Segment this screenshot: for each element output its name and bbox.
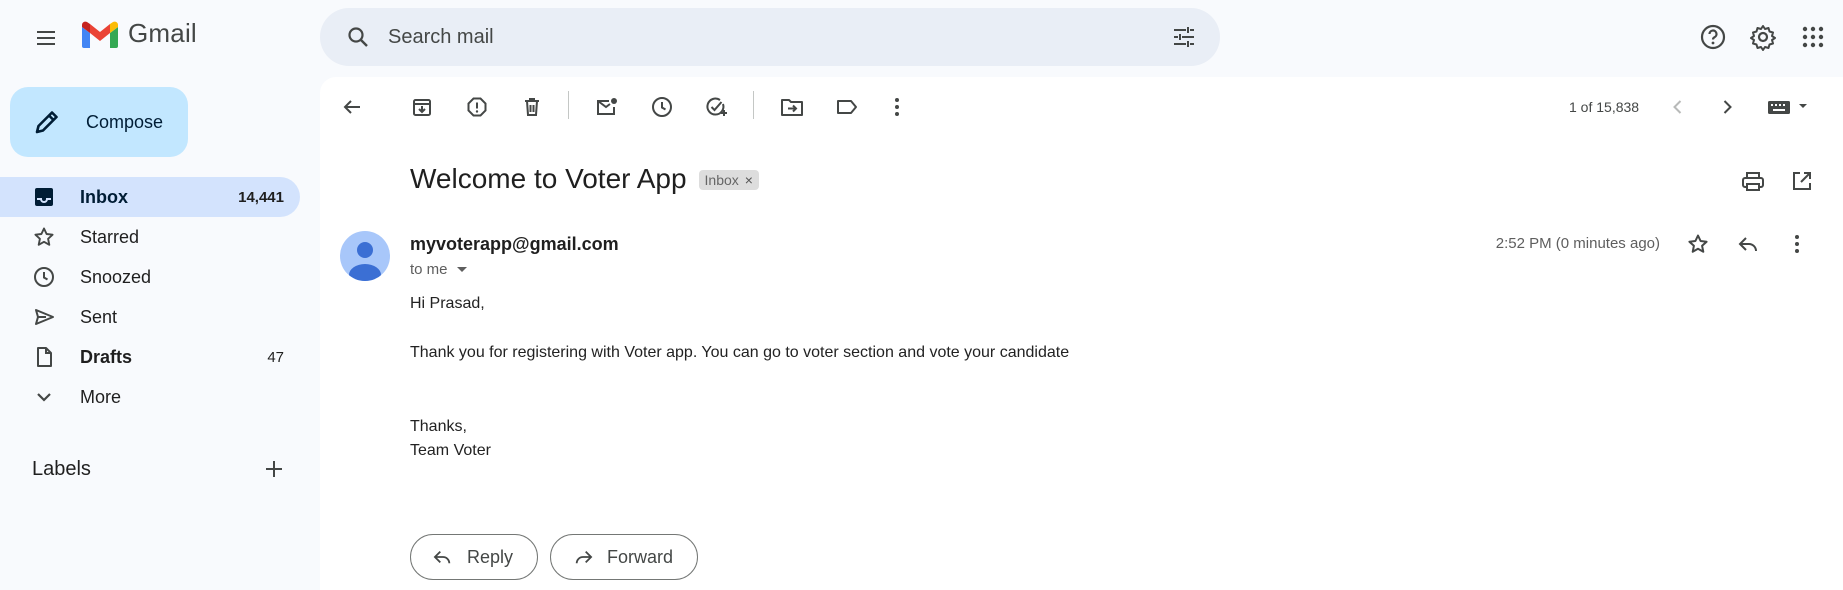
star-message-icon[interactable] [1678,224,1718,264]
main-menu-button[interactable] [22,14,70,62]
compose-button[interactable]: Compose [10,87,188,157]
forward-label: Forward [607,546,674,567]
recipient-text: to me [410,261,448,278]
avatar[interactable] [340,231,390,281]
toolbar-divider [568,91,569,119]
email-subject: Welcome to Voter App [410,163,687,194]
hamburger-icon [37,31,55,45]
help-icon[interactable] [1689,13,1737,61]
email-subject-row: Welcome to Voter App Inbox × [410,163,759,195]
email-message: Thank you for registering with Voter app… [410,344,1070,361]
email-signoff: Thanks, [410,418,467,435]
compose-label: Compose [86,111,164,132]
top-bar: Gmail [0,0,1843,74]
recipient-details[interactable]: to me [410,261,468,278]
caret-down-icon [456,266,467,272]
sender-email[interactable]: myvoterapp@gmail.com [410,234,619,255]
chevron-down-icon [32,385,56,409]
label-chip-text: Inbox [704,172,739,188]
inbox-icon [32,185,56,209]
reply-icon[interactable] [1728,224,1768,264]
sidebar-item-label: Inbox [80,186,128,207]
move-to-icon[interactable] [772,87,812,127]
email-greeting: Hi Prasad, [410,295,485,312]
message-more-vert-icon[interactable] [1777,224,1817,264]
sidebar-item-snoozed[interactable]: Snoozed [0,257,300,297]
sidebar-item-label: Drafts [80,346,133,367]
inbox-label-chip[interactable]: Inbox × [698,170,759,190]
gmail-logo[interactable]: Gmail [80,18,197,49]
label-icon[interactable] [827,87,867,127]
archive-icon[interactable] [402,87,442,127]
toolbar-divider [753,91,754,119]
input-tools-keyboard-icon[interactable] [1760,87,1818,127]
forward-arrow-icon [575,550,593,564]
more-vert-icon[interactable] [877,87,917,127]
remove-label-icon[interactable]: × [745,172,753,188]
search-input[interactable] [388,25,1148,49]
message-view: 1 of 15,838 Welcome to Voter App Inbox ×… [320,77,1843,590]
sidebar-item-drafts[interactable]: Drafts 47 [0,337,300,377]
sidebar-item-inbox[interactable]: Inbox 14,441 [0,177,300,217]
labels-section: Labels [32,451,292,487]
clock-icon [32,265,56,289]
pencil-icon [35,111,58,134]
draft-count: 47 [267,348,284,366]
reply-button[interactable]: Reply [410,534,539,580]
snooze-clock-icon[interactable] [642,87,682,127]
mark-unread-icon[interactable] [587,87,627,127]
unread-count: 14,441 [238,188,284,206]
gmail-m-icon [82,21,118,48]
sidebar-item-label: More [80,386,122,407]
reply-label: Reply [467,546,514,567]
send-icon [32,305,56,329]
sidebar-item-starred[interactable]: Starred [0,217,300,257]
older-chevron-right-icon[interactable] [1707,87,1747,127]
reply-arrow-icon [433,550,451,564]
plus-icon [266,461,282,477]
person-icon [349,242,381,281]
sidebar-item-more[interactable]: More [0,377,300,417]
sidebar-item-sent[interactable]: Sent [0,297,300,337]
add-to-tasks-icon[interactable] [697,87,737,127]
search-bar[interactable] [320,8,1220,66]
search-options-icon[interactable] [1160,13,1208,61]
sidebar-item-label: Sent [80,306,118,327]
back-arrow-icon[interactable] [332,87,372,127]
add-label-button[interactable] [256,451,292,487]
trash-icon[interactable] [512,87,552,127]
open-in-new-window-icon[interactable] [1782,161,1822,201]
forward-button[interactable]: Forward [550,534,699,580]
timestamp: 2:52 PM (0 minutes ago) [1495,235,1660,252]
email-signature: Team Voter [410,442,491,459]
gear-icon[interactable] [1739,13,1787,61]
newer-chevron-left-icon[interactable] [1658,87,1698,127]
gmail-wordmark: Gmail [128,18,197,48]
report-spam-icon[interactable] [457,87,497,127]
sidebar-item-label: Starred [80,226,140,247]
labels-heading: Labels [32,457,91,480]
search-icon[interactable] [334,13,382,61]
sidebar-item-label: Snoozed [80,266,152,287]
sidebar-nav: Inbox 14,441 Starred Snoozed Sent Drafts… [0,177,300,417]
apps-grid-icon[interactable] [1789,13,1837,61]
pagination-text: 1 of 15,838 [1569,99,1640,115]
print-icon[interactable] [1733,161,1773,201]
header-actions [1689,13,1837,61]
star-icon [32,225,56,249]
draft-icon [32,345,56,369]
